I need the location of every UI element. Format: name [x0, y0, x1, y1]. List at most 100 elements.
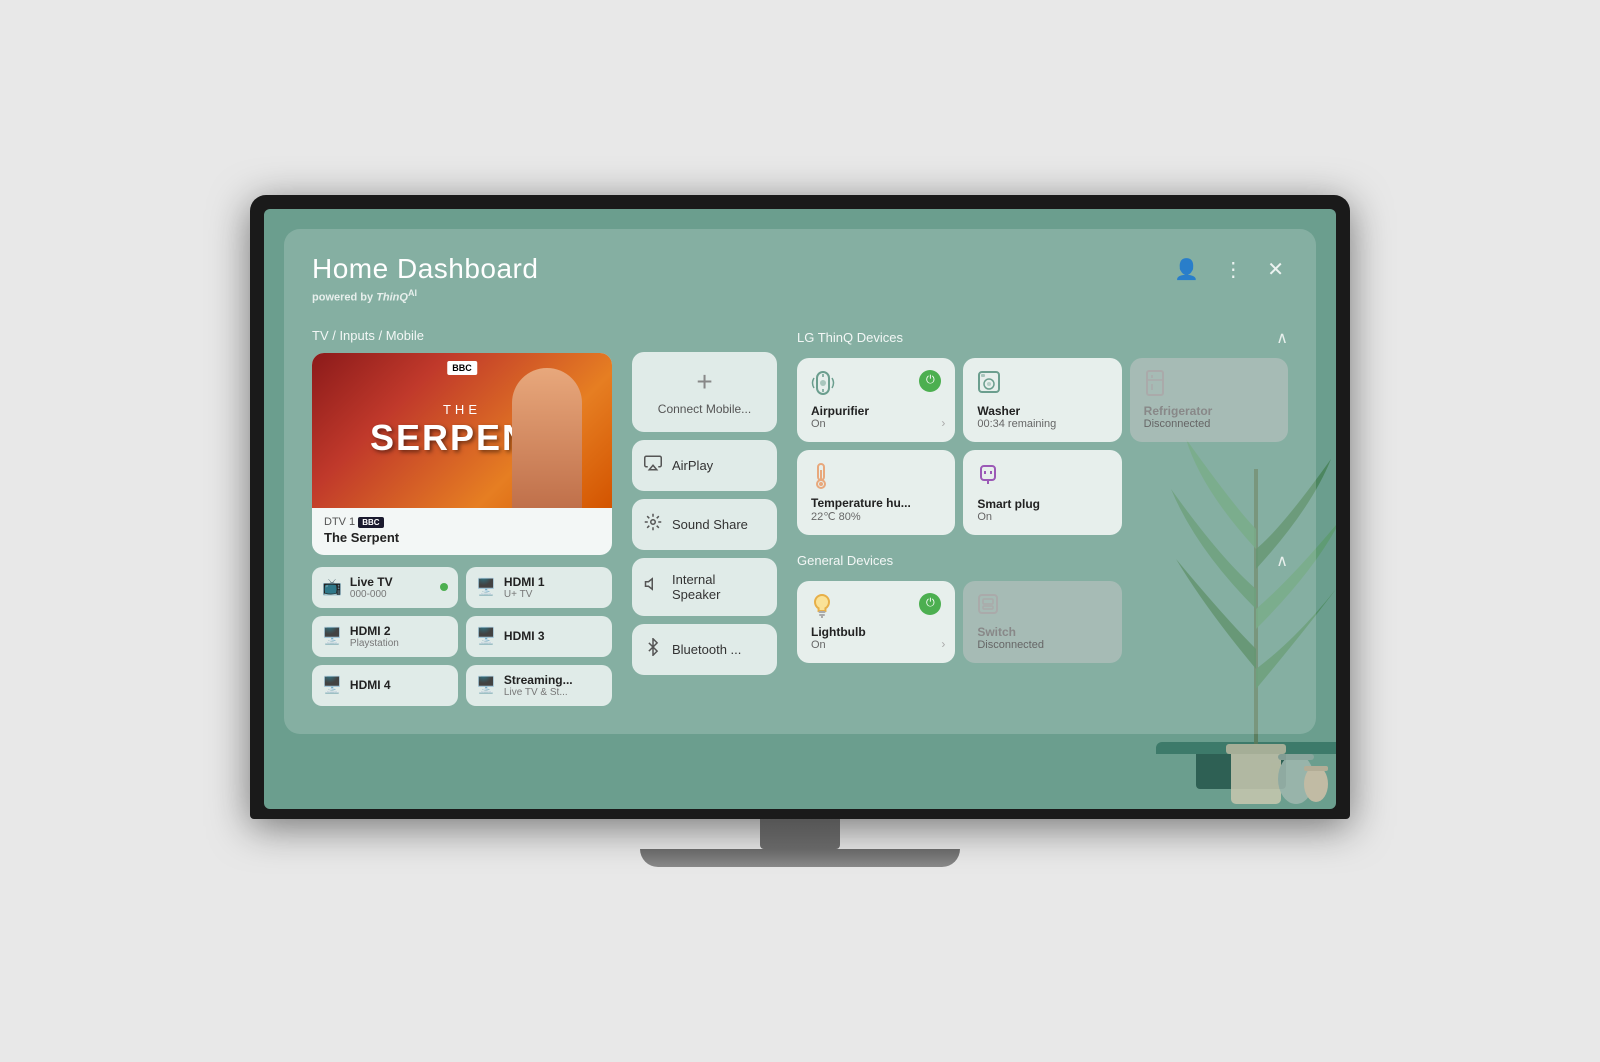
main-content: TV / Inputs / Mobile BBC THE SERPENT — [312, 328, 1288, 706]
switch-status: Disconnected — [977, 639, 1107, 651]
lightbulb-power-btn[interactable]: ⏻ — [919, 593, 941, 615]
channel-line: DTV 1 BBC — [324, 516, 600, 528]
panel-subtitle: powered by ThinQAI — [312, 288, 538, 304]
lg-thinq-header: LG ThinQ Devices ∧ — [797, 328, 1288, 348]
connect-mobile-card[interactable]: + Connect Mobile... — [632, 352, 777, 432]
hdmi3-name: HDMI 3 — [504, 629, 545, 643]
hdmi1-info: HDMI 1 U+ TV — [504, 575, 545, 600]
channel-id: DTV 1 — [324, 516, 358, 528]
airpurifier-status: On — [811, 418, 941, 430]
airpurifier-info: Airpurifier On — [811, 404, 941, 430]
input-streaming[interactable]: 🖥️ Streaming... Live TV & St... — [466, 665, 612, 706]
device-switch[interactable]: Switch Disconnected — [963, 581, 1121, 663]
streaming-icon: 🖥️ — [476, 675, 496, 695]
device-lightbulb[interactable]: ⏻ Lightbulb On › — [797, 581, 955, 663]
live-tv-icon: 📺 — [322, 577, 342, 597]
sound-share-card[interactable]: Sound Share — [632, 499, 777, 550]
person-silhouette — [512, 368, 582, 508]
user-icon-button[interactable]: 👤 — [1170, 253, 1203, 286]
tv-stand-neck — [760, 819, 840, 849]
internal-speaker-label: Internal Speaker — [672, 572, 765, 602]
tv-screen-wrapper: Home Dashboard powered by ThinQAI 👤 ⋮ ✕ — [250, 195, 1350, 819]
device-temperature[interactable]: Temperature hu... 22℃ 80% — [797, 450, 955, 535]
refrigerator-status: Disconnected — [1144, 418, 1274, 430]
switch-name: Switch — [977, 625, 1107, 639]
input-live-tv[interactable]: 📺 Live TV 000-000 — [312, 567, 458, 608]
subtitle-prefix: powered by — [312, 292, 376, 304]
washer-name: Washer — [977, 404, 1107, 418]
washer-top — [977, 370, 1107, 400]
show-name-text: The Serpent — [324, 530, 600, 545]
panel-title: Home Dashboard — [312, 253, 538, 285]
lg-thinq-collapse-btn[interactable]: ∧ — [1276, 328, 1288, 348]
airpurifier-power-btn[interactable]: ⏻ — [919, 370, 941, 392]
device-washer[interactable]: Washer 00:34 remaining — [963, 358, 1121, 442]
temperature-name: Temperature hu... — [811, 496, 941, 510]
smart-plug-top — [977, 462, 1107, 490]
switch-info: Switch Disconnected — [977, 625, 1107, 651]
menu-button[interactable]: ⋮ — [1219, 253, 1247, 286]
tv-stand-base — [640, 849, 960, 867]
panel-header: Home Dashboard powered by ThinQAI 👤 ⋮ ✕ — [312, 253, 1288, 304]
tv-preview-card[interactable]: BBC THE SERPENT DTV 1 — [312, 353, 612, 555]
hdmi2-name: HDMI 2 — [350, 624, 399, 638]
hdmi1-sub: U+ TV — [504, 589, 545, 600]
internal-speaker-card[interactable]: Internal Speaker — [632, 558, 777, 616]
device-smart-plug[interactable]: Smart plug On — [963, 450, 1121, 535]
close-button[interactable]: ✕ — [1263, 253, 1288, 286]
channel-badge: BBC — [358, 517, 383, 528]
lightbulb-icon — [811, 593, 833, 625]
hdmi2-icon: 🖥️ — [322, 626, 342, 646]
airplay-label: AirPlay — [672, 458, 713, 473]
washer-status: 00:34 remaining — [977, 418, 1107, 430]
hdmi2-info: HDMI 2 Playstation — [350, 624, 399, 649]
subtitle-ai: AI — [408, 288, 417, 298]
lightbulb-status: On — [811, 639, 941, 651]
connect-plus-icon: + — [696, 368, 712, 396]
airplay-icon — [644, 454, 662, 477]
hdmi2-sub: Playstation — [350, 638, 399, 649]
airpurifier-chevron: › — [941, 416, 945, 430]
general-devices-section: General Devices ∧ — [797, 551, 1288, 663]
smart-plug-name: Smart plug — [977, 497, 1107, 511]
input-hdmi4[interactable]: 🖥️ HDMI 4 — [312, 665, 458, 706]
hdmi3-icon: 🖥️ — [476, 626, 496, 646]
device-refrigerator[interactable]: Refrigerator Disconnected — [1130, 358, 1288, 442]
sound-share-icon — [644, 513, 662, 536]
washer-icon — [977, 370, 1001, 400]
input-hdmi3[interactable]: 🖥️ HDMI 3 — [466, 616, 612, 657]
right-column: LG ThinQ Devices ∧ — [797, 328, 1288, 706]
lightbulb-info: Lightbulb On — [811, 625, 941, 651]
sound-share-label: Sound Share — [672, 517, 748, 532]
refrigerator-icon — [1144, 370, 1166, 402]
device-airpurifier[interactable]: ⏻ Airpurifier On › — [797, 358, 955, 442]
lightbulb-chevron: › — [941, 637, 945, 651]
live-tv-info: Live TV 000-000 — [350, 575, 393, 600]
switch-icon — [977, 593, 999, 621]
smart-plug-info: Smart plug On — [977, 497, 1107, 523]
temperature-info: Temperature hu... 22℃ 80% — [811, 496, 941, 523]
refrigerator-name: Refrigerator — [1144, 404, 1274, 418]
general-devices-header: General Devices ∧ — [797, 551, 1288, 571]
airplay-card[interactable]: AirPlay — [632, 440, 777, 491]
general-devices-collapse-btn[interactable]: ∧ — [1276, 551, 1288, 571]
hdmi1-icon: 🖥️ — [476, 577, 496, 597]
hdmi4-info: HDMI 4 — [350, 678, 391, 692]
input-hdmi2[interactable]: 🖥️ HDMI 2 Playstation — [312, 616, 458, 657]
tv-section-label: TV / Inputs / Mobile — [312, 328, 612, 343]
temperature-status: 22℃ 80% — [811, 510, 941, 523]
switch-top — [977, 593, 1107, 621]
bluetooth-card[interactable]: Bluetooth ... — [632, 624, 777, 675]
temperature-icon — [811, 462, 831, 496]
airpurifier-name: Airpurifier — [811, 404, 941, 418]
connect-mobile-label: Connect Mobile... — [658, 402, 751, 416]
bluetooth-icon — [644, 638, 662, 661]
smart-plug-icon — [977, 462, 999, 490]
hdmi4-name: HDMI 4 — [350, 678, 391, 692]
tv-thumbnail: BBC THE SERPENT — [312, 353, 612, 508]
input-hdmi1[interactable]: 🖥️ HDMI 1 U+ TV — [466, 567, 612, 608]
refrigerator-info: Refrigerator Disconnected — [1144, 404, 1274, 430]
bbc-badge: BBC — [447, 361, 477, 375]
middle-column: + Connect Mobile... AirPlay — [632, 328, 777, 706]
input-grid: 📺 Live TV 000-000 🖥️ HDMI 1 — [312, 567, 612, 706]
